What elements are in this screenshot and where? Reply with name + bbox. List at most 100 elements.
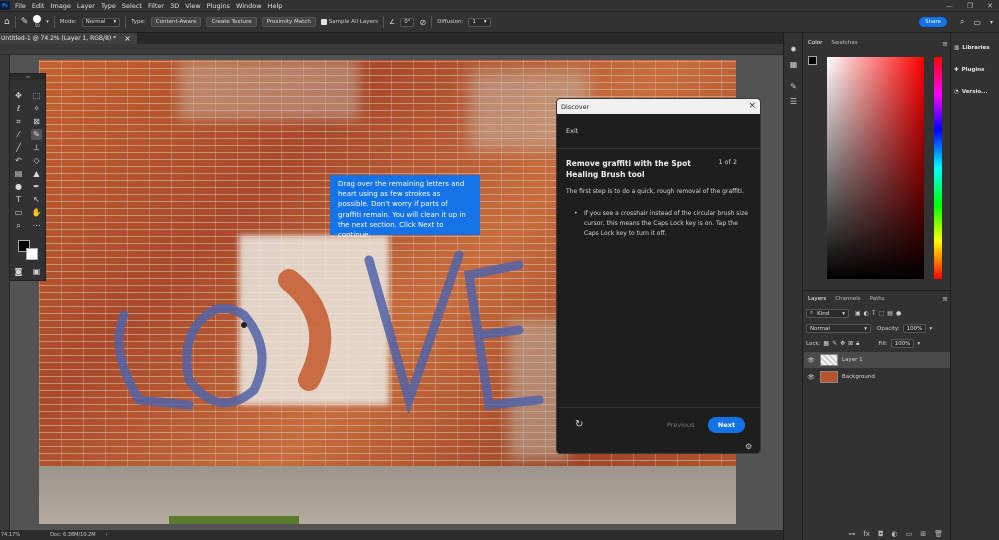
zoom-level[interactable]: 74.17% [1,532,20,538]
menu-type[interactable]: Type [98,2,119,10]
tab-swatches[interactable]: Swatches [831,40,857,46]
chevron-down-icon[interactable]: ▾ [929,326,932,332]
filter-smart-object-icon[interactable]: ▤ [887,310,893,317]
menu-image[interactable]: Image [47,2,73,10]
status-menu-icon[interactable]: › [106,532,108,538]
search-icon[interactable]: ⌕ [960,17,964,27]
close-tab-icon[interactable]: × [124,34,131,43]
eraser-tool-icon[interactable]: ◇ [31,155,42,166]
chevron-down-icon[interactable]: ▾ [46,19,49,25]
hand-tool-icon[interactable]: ✋ [31,207,42,218]
angle-input[interactable]: 0° [400,17,415,27]
path-selection-tool-icon[interactable]: ↖ [31,194,42,205]
magic-wand-tool-icon[interactable]: ✧ [31,103,42,114]
frame-tool-icon[interactable]: ⊠ [31,116,42,127]
gear-icon[interactable]: ⚙ [745,442,752,451]
fill-input[interactable]: 100% [890,339,915,348]
background-color-swatch[interactable] [26,248,38,260]
link-layers-icon[interactable]: ⊶ [848,530,855,538]
dodge-tool-icon[interactable]: ● [13,181,24,192]
filter-shape-icon[interactable]: ⬚ [879,310,885,317]
share-button[interactable]: Share [919,17,947,27]
libraries-button[interactable]: ▥ Libraries [954,45,990,51]
lock-position-icon[interactable]: ✥ [840,340,845,347]
color-swatches-mini[interactable] [808,56,822,70]
brush-preset-picker[interactable]: 50 [33,15,42,29]
diffusion-select[interactable]: 1 ▾ [468,17,491,27]
filter-toggle-icon[interactable]: ● [896,310,901,317]
lock-pixels-icon[interactable]: ✎ [832,340,837,347]
menu-select[interactable]: Select [119,2,145,10]
previous-button[interactable]: Previous [667,421,694,429]
proximity-match-button[interactable]: Proximity Match [261,17,316,27]
create-texture-button[interactable]: Create Texture [206,17,257,27]
mode-select[interactable]: Normal ▾ [81,17,121,27]
rectangle-tool-icon[interactable]: ▭ [13,207,24,218]
layer-style-icon[interactable]: fx [863,530,870,538]
menu-help[interactable]: Help [265,2,286,10]
eyedropper-tool-icon[interactable]: ⁄ [13,129,24,140]
brush-settings-icon[interactable]: ✎ [787,80,800,93]
exit-link[interactable]: Exit [566,127,578,135]
kind-filter-select[interactable]: ⌕ Kind ▾ [806,309,849,318]
swatch-grid-icon[interactable]: ▦ [787,58,800,71]
menu-plugins[interactable]: Plugins [204,2,233,10]
sample-all-layers-checkbox[interactable]: Sample All Layers [320,19,378,25]
adjustment-layer-icon[interactable]: ◐ [892,530,898,538]
trash-icon[interactable]: 🗑︎ [934,530,943,538]
lock-all-icon[interactable]: 🔒︎ [856,340,859,348]
type-tool-icon[interactable]: T [13,194,24,205]
gradient-tool-icon[interactable]: ▤ [13,168,24,179]
layer-row[interactable]: 👁︎ Layer 1 [804,352,950,368]
layer-row[interactable]: 👁︎ Background [804,369,950,385]
tab-color[interactable]: Color [808,40,822,46]
group-icon[interactable]: ▭ [906,530,913,538]
menu-filter[interactable]: Filter [145,2,167,10]
workspace-icon[interactable]: ▭ [973,18,981,27]
minimize-button[interactable]: — [946,2,953,10]
menu-edit[interactable]: Edit [29,2,48,10]
next-button[interactable]: Next [708,417,745,433]
tools-panel-handle[interactable]: ◂◂ [10,74,45,80]
layer-name[interactable]: Layer 1 [842,357,863,363]
panel-menu-icon[interactable]: ≡ [942,40,948,48]
new-layer-icon[interactable]: ⊞ [920,530,926,538]
menu-window[interactable]: Window [233,2,265,10]
foreground-color-swatch[interactable] [808,56,817,65]
visibility-eye-icon[interactable]: 👁︎ [804,374,818,381]
pressure-size-icon[interactable]: ⊘ [419,18,426,27]
menu-3d[interactable]: 3D [167,2,182,10]
brush-tool-icon[interactable]: ╱ [13,142,24,153]
spot-healing-brush-icon[interactable]: ✎ [21,17,29,27]
photoshop-logo[interactable]: Ps [0,1,10,10]
clone-stamp-tool-icon[interactable]: ⊥ [31,142,42,153]
filter-pixel-icon[interactable]: ▣ [855,310,861,317]
more-tools-icon[interactable]: ⋯ [31,220,42,231]
spot-healing-brush-tool-icon[interactable]: ✎ [31,129,42,140]
lasso-tool-icon[interactable]: ℓ [13,103,24,114]
opacity-input[interactable]: 100% [902,324,927,333]
menu-view[interactable]: View [182,2,203,10]
version-history-button[interactable]: ◔ Versio... [954,89,987,95]
close-window-button[interactable]: ✕ [987,2,993,10]
tab-channels[interactable]: Channels [835,296,860,302]
restore-button[interactable]: ❐ [967,2,973,10]
visibility-eye-icon[interactable]: 👁︎ [804,357,818,364]
close-icon[interactable]: × [748,101,756,111]
home-icon[interactable]: ⌂ [4,17,10,27]
lock-transparency-icon[interactable]: ▦ [823,340,829,347]
properties-icon[interactable]: ☰ [787,95,800,108]
tab-paths[interactable]: Paths [870,296,885,302]
marquee-tool-icon[interactable]: ⬚ [31,90,42,101]
screen-mode-icon[interactable]: ▣ [31,266,42,277]
plugins-button[interactable]: ✚ Plugins [954,67,984,73]
tab-layers[interactable]: Layers [808,296,826,302]
hue-slider[interactable] [934,57,942,279]
zoom-tool-icon[interactable]: ⌕ [13,220,24,231]
move-tool-icon[interactable]: ✥ [13,90,24,101]
menu-file[interactable]: File [12,2,29,10]
refresh-icon[interactable]: ↻ [575,419,583,430]
menu-layer[interactable]: Layer [74,2,98,10]
history-brush-tool-icon[interactable]: ↶ [13,155,24,166]
adjustments-icon[interactable]: ✹ [787,43,800,56]
